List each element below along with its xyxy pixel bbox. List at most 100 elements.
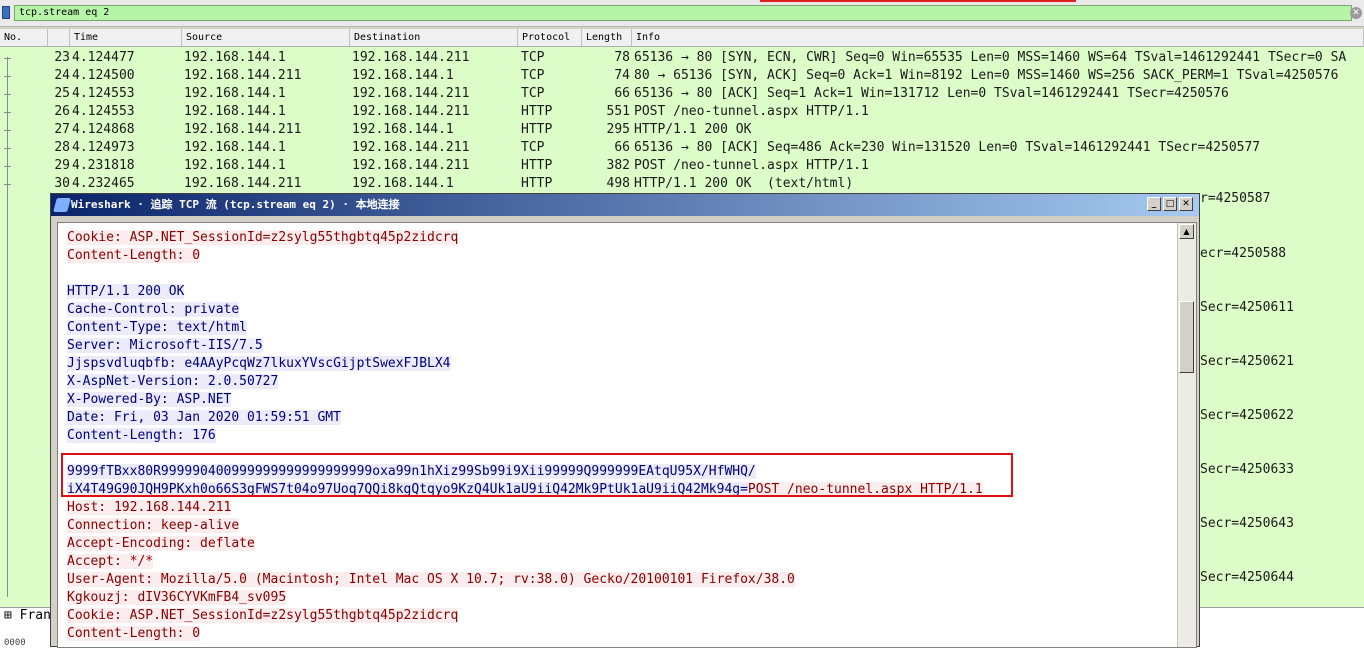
wireshark-fin-icon [53,198,71,212]
packet-info-fragment: r=4250587 [1200,191,1271,206]
scroll-thumb[interactable] [1179,301,1194,373]
column-info[interactable]: Info [632,29,1364,46]
request-line: Connection: keep-alive [67,518,240,533]
packet-time: 4.232465 [72,176,135,191]
clear-filter-icon[interactable]: ✕ [1350,7,1362,19]
bookmark-icon[interactable] [2,6,10,19]
packet-row[interactable]: 24 4.124500 192.168.144.211 192.168.144.1 TC… [0,67,1364,85]
packet-time: 4.124553 [72,104,135,119]
packet-len: 295 [606,122,630,137]
column-no[interactable]: No. [0,29,48,46]
packet-row[interactable]: 25 4.124553 192.168.144.1 192.168.144.211 TC… [0,85,1364,103]
packet-proto: TCP [521,86,545,101]
request-line: Content-Length: 0 [67,248,201,263]
packet-time: 4.124973 [72,140,135,155]
packet-info: HTTP/1.1 200 OK (text/html) [634,176,854,191]
response-line: Date: Fri, 03 Jan 2020 01:59:51 GMT [67,410,341,425]
packet-dst: 192.168.144.211 [352,86,470,101]
packet-dst: 192.168.144.1 [352,176,454,191]
packet-info-fragment: Secr=4250621 [1200,354,1294,369]
maximize-button[interactable]: □ [1163,197,1177,211]
tree-connector [4,148,11,149]
packet-dst: 192.168.144.211 [352,140,470,155]
request-line: Accept: */* [67,554,154,569]
packet-proto: TCP [521,140,545,155]
response-line: Server: Microsoft-IIS/7.5 [67,338,263,353]
request-line: Cookie: ASP.NET_SessionId=z2sylg55thgbtq… [67,230,459,245]
packet-no: 30 [54,176,70,191]
response-line: X-Powered-By: ASP.NET [67,392,232,407]
scroll-up-arrow-icon[interactable]: ▲ [1179,224,1194,239]
column-destination[interactable]: Destination [350,29,518,46]
packet-info: POST /neo-tunnel.aspx HTTP/1.1 [634,158,869,173]
packet-row[interactable]: 28 4.124973 192.168.144.1 192.168.144.211 TC… [0,139,1364,157]
packet-no: 27 [54,122,70,137]
packet-src: 192.168.144.211 [184,176,302,191]
packet-row[interactable]: 29 4.231818 192.168.144.1 192.168.144.211 HT… [0,157,1364,175]
minimize-button[interactable]: _ [1147,197,1161,211]
packet-src: 192.168.144.1 [184,158,286,173]
packet-time: 4.124500 [72,68,135,83]
packet-dst: 192.168.144.211 [352,104,470,119]
stream-content-area[interactable]: Cookie: ASP.NET_SessionId=z2sylg55thgbtq… [57,222,1197,648]
packet-no: 23 [54,50,70,65]
packet-time: 4.231818 [72,158,135,173]
display-filter-input[interactable]: tcp.stream eq 2 [14,5,1352,21]
packet-row[interactable]: 26 4.124553 192.168.144.1 192.168.144.211 HT… [0,103,1364,121]
tree-connector [4,58,11,59]
close-button[interactable]: ✕ [1179,197,1193,211]
packet-row[interactable]: 23 4.124477 192.168.144.1 192.168.144.211 TC… [0,49,1364,67]
response-line: Jjspsvdluqbfb: e4AAyPcqWz7lkuxYVscGijptS… [67,356,451,371]
packet-info: 65136 → 80 [ACK] Seq=486 Ack=230 Win=131… [634,140,1261,155]
packet-src: 192.168.144.1 [184,104,286,119]
packet-time: 4.124553 [72,86,135,101]
highlight-annotation-box [61,453,1013,497]
request-line: Content-Length: 0 [67,626,201,641]
packet-len: 66 [614,140,630,155]
response-line: HTTP/1.1 200 OK [67,284,185,299]
packet-time: 4.124477 [72,50,135,65]
dialog-titlebar[interactable]: Wireshark · 追踪 TCP 流 (tcp.stream eq 2) ·… [51,194,1199,216]
request-line: Cookie: ASP.NET_SessionId=z2sylg55thgbtq… [67,608,459,623]
packet-src: 192.168.144.211 [184,68,302,83]
packet-time: 4.124868 [72,122,135,137]
sort-column[interactable] [48,29,70,46]
follow-tcp-stream-dialog: Wireshark · 追踪 TCP 流 (tcp.stream eq 2) ·… [50,193,1200,648]
packet-proto: HTTP [521,122,553,137]
column-length[interactable]: Length [582,29,632,46]
packet-info: HTTP/1.1 200 OK [634,122,752,137]
vertical-scrollbar[interactable]: ▲ [1177,223,1196,647]
packet-len: 74 [614,68,630,83]
tree-connector [4,184,11,185]
packet-dst: 192.168.144.1 [352,122,454,137]
column-source[interactable]: Source [182,29,350,46]
packet-info-fragment: Secr=4250611 [1200,300,1294,315]
column-time[interactable]: Time [70,29,182,46]
tree-connector [4,76,11,77]
request-line: Host: 192.168.144.211 [67,500,232,515]
packet-proto: HTTP [521,158,553,173]
stream-blank-line [67,265,1167,283]
packet-len: 498 [606,176,630,191]
packet-row[interactable]: 27 4.124868 192.168.144.211 192.168.144.1 HT… [0,121,1364,139]
packet-info: 65136 → 80 [ACK] Seq=1 Ack=1 Win=131712 … [634,86,1229,101]
tree-connector [4,166,11,167]
packet-dst: 192.168.144.211 [352,158,470,173]
packet-no: 24 [54,68,70,83]
column-protocol[interactable]: Protocol [518,29,582,46]
packet-no: 29 [54,158,70,173]
packet-src: 192.168.144.1 [184,86,286,101]
packet-row[interactable]: 30 4.232465 192.168.144.211 192.168.144.1 HT… [0,175,1364,193]
packet-proto: HTTP [521,176,553,191]
frame-label: Fran [19,608,51,623]
response-line: Content-Type: text/html [67,320,248,335]
response-line: Content-Length: 176 [67,428,216,443]
packet-proto: TCP [521,68,545,83]
stream-text[interactable]: Cookie: ASP.NET_SessionId=z2sylg55thgbtq… [67,229,1167,643]
packet-len: 382 [606,158,630,173]
response-line: Cache-Control: private [67,302,240,317]
frame-tree-item[interactable]: ⊞ Fran [4,608,51,623]
packet-no: 28 [54,140,70,155]
request-line: User-Agent: Mozilla/5.0 (Macintosh; Inte… [67,572,795,587]
packet-len: 78 [614,50,630,65]
